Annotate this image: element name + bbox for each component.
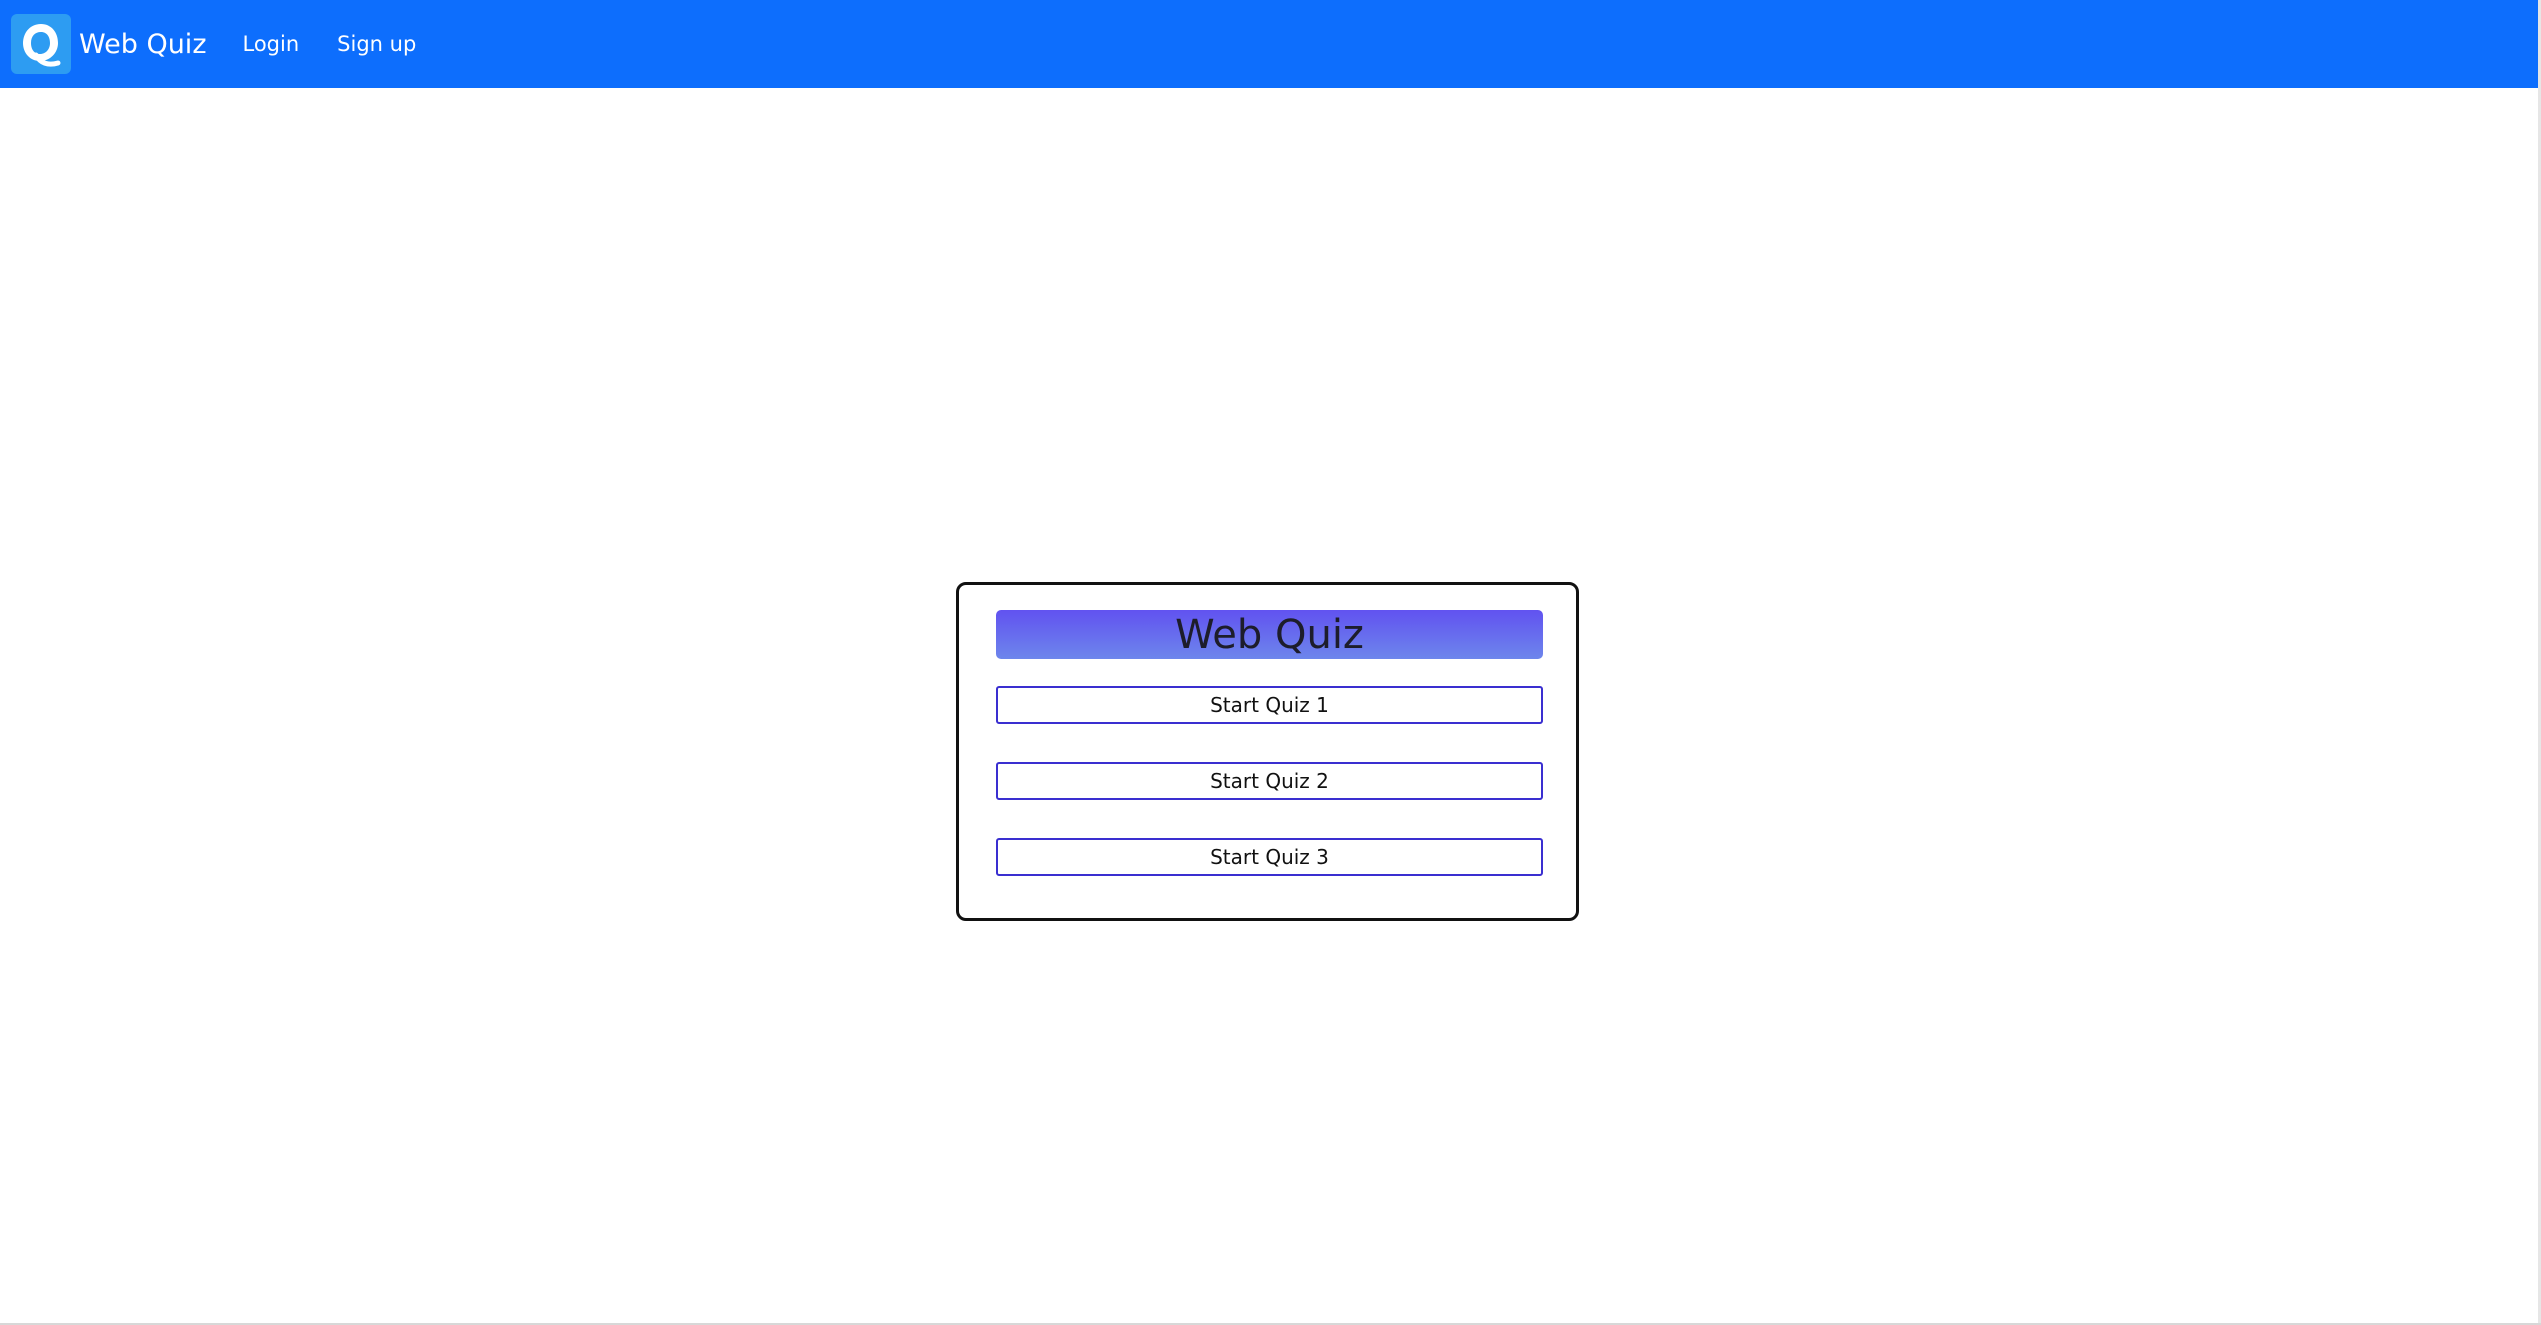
page: Web Quiz Login Sign up Web Quiz Start Qu… [0,0,2541,1325]
start-quiz-3-button[interactable]: Start Quiz 3 [996,838,1543,876]
nav-link-signup[interactable]: Sign up [337,32,416,56]
nav-link-login[interactable]: Login [243,32,300,56]
quiz-q-logo-icon [11,14,71,74]
brand-label: Web Quiz [79,28,207,60]
quiz-card: Web Quiz Start Quiz 1 Start Quiz 2 Start… [956,582,1579,921]
start-quiz-2-button[interactable]: Start Quiz 2 [996,762,1543,800]
quiz-card-title: Web Quiz [996,610,1543,659]
start-quiz-1-button[interactable]: Start Quiz 1 [996,686,1543,724]
top-navbar: Web Quiz Login Sign up [0,0,2541,88]
brand-link[interactable]: Web Quiz [11,14,207,74]
